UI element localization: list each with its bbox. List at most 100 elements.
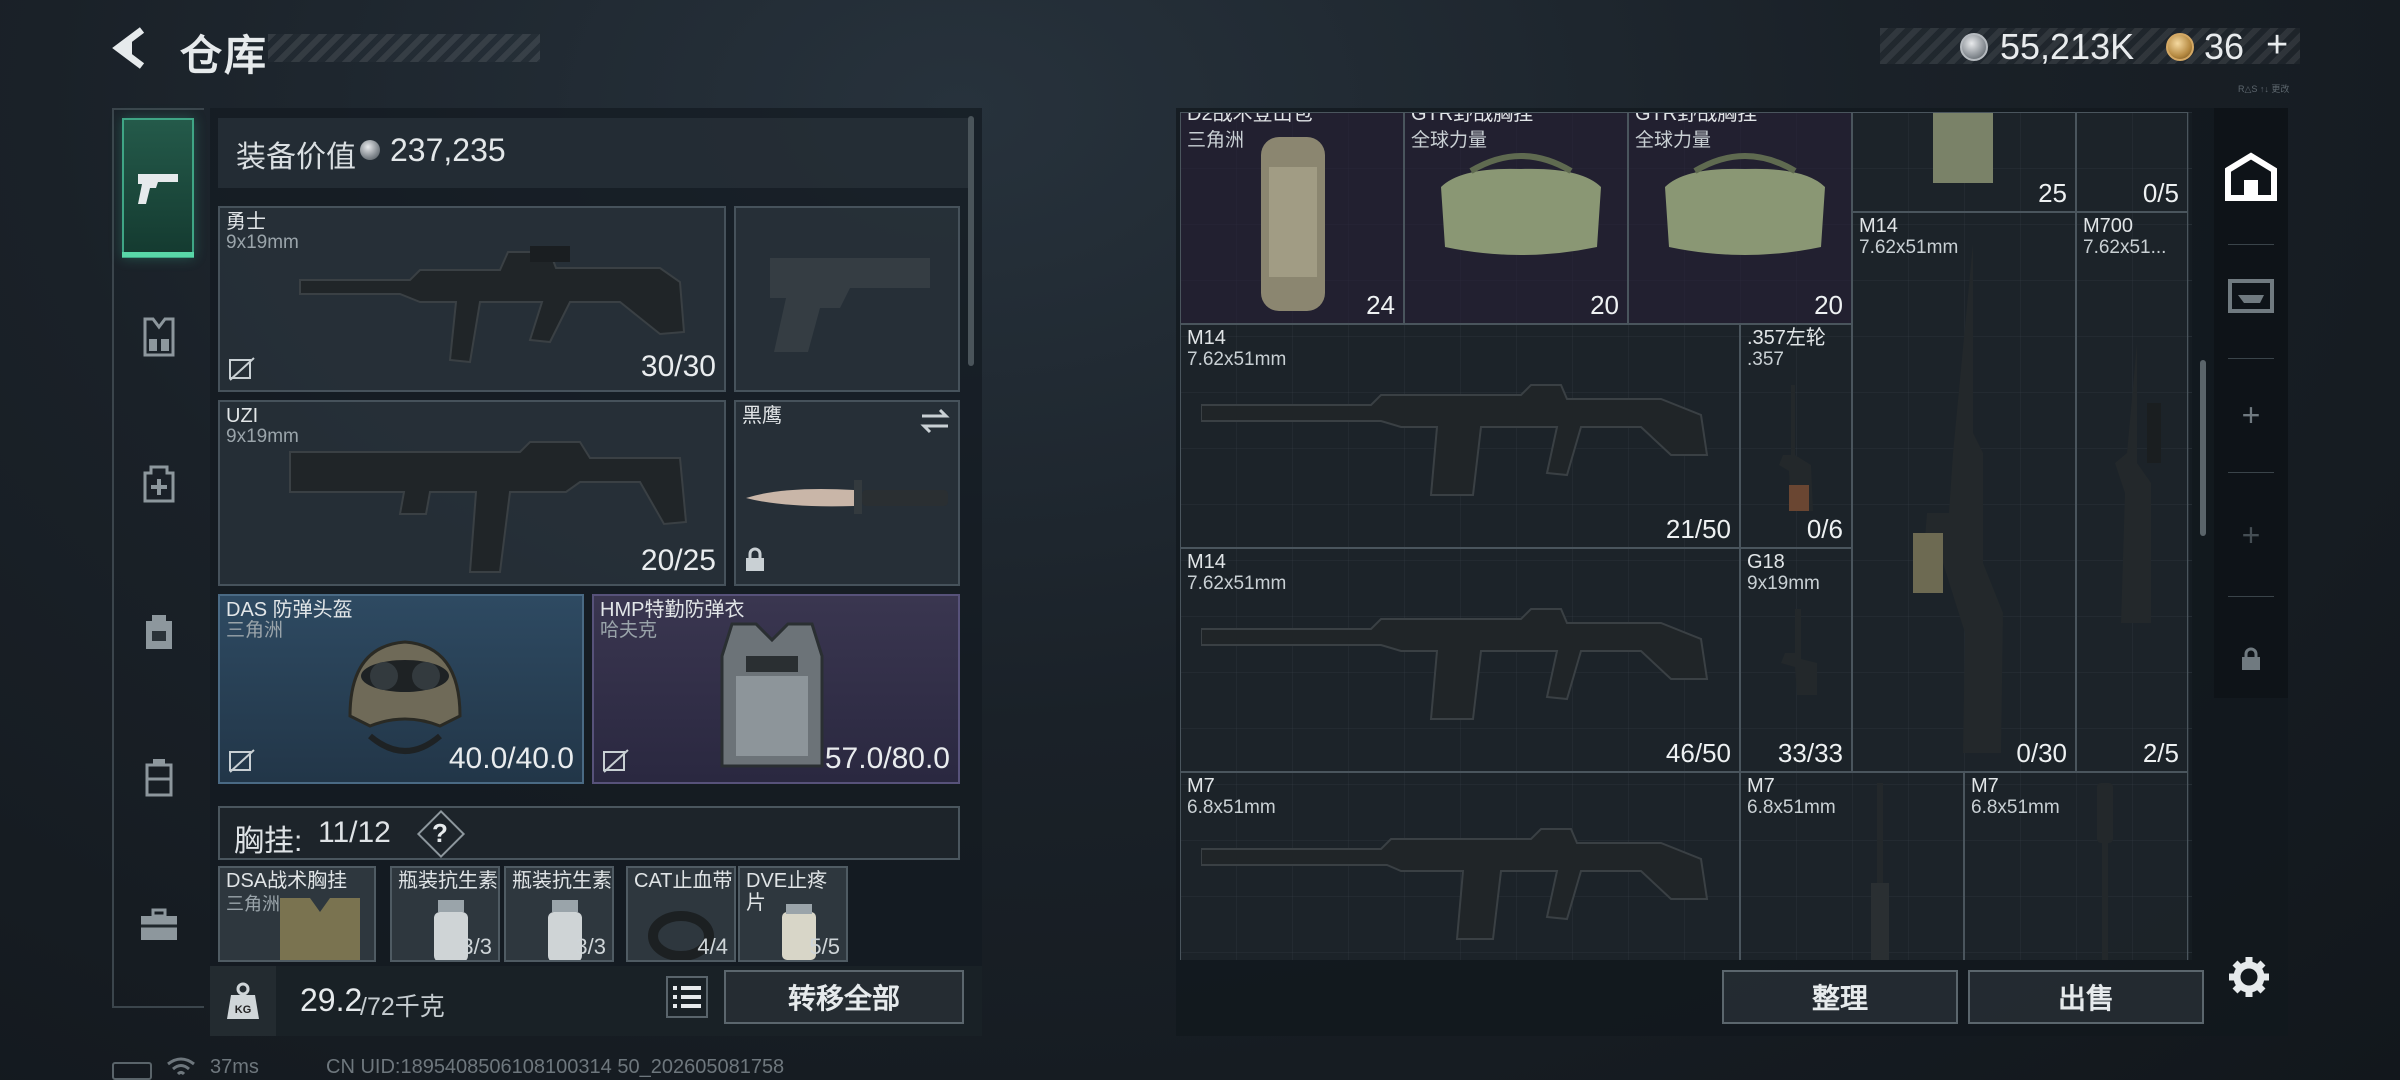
item-name: .357左轮 [1747, 327, 1826, 349]
loadout-scrollbar[interactable] [968, 116, 974, 366]
chest-rig-label: 胸挂: [234, 825, 303, 858]
item-name: M7 [1971, 775, 1999, 797]
rig-item[interactable]: 瓶装抗生素 3/3 [390, 866, 500, 962]
warehouse-item[interactable]: 0/5 [2076, 112, 2188, 212]
rifle-icon [1201, 384, 1709, 496]
nav-item-medical[interactable] [122, 446, 196, 520]
add-warehouse-button[interactable]: + [2214, 370, 2288, 460]
vest-item-icon [1933, 113, 1993, 183]
help-icon[interactable]: ? [432, 818, 448, 849]
item-count: 0/30 [2016, 738, 2067, 768]
item-count: 33/33 [1777, 738, 1843, 768]
list-icon [673, 986, 701, 1008]
warehouse-item[interactable]: .357左轮 .357 0/6 [1740, 324, 1852, 548]
item-brand: 三角洲 [226, 620, 284, 641]
item-count: 20 [1590, 290, 1619, 320]
nav-active-indicator [122, 252, 194, 257]
primary-weapon-slot[interactable]: 勇士 9x19mm 30/30 [218, 206, 726, 392]
add-currency-button[interactable]: + [2266, 24, 2288, 67]
item-name: GTR野战胸挂 [1635, 112, 1758, 125]
rifle-vertical-icon [1913, 243, 2003, 753]
nav-item-backpack[interactable] [122, 594, 196, 668]
rig-item[interactable]: DSA战术胸挂 三角洲 [218, 866, 376, 962]
nav-item-rig[interactable] [122, 300, 196, 374]
item-name: 黑鹰 [742, 405, 782, 427]
warehouse-item[interactable]: M14 7.62x51mm 46/50 [1180, 548, 1740, 772]
warehouse-tab-collection[interactable] [2214, 250, 2288, 340]
warehouse-item[interactable]: GTR野战胸挂 全球力量 20 [1404, 112, 1628, 324]
equipment-value-label: 装备价值 [236, 141, 356, 174]
bag-item-icon [1441, 153, 1601, 255]
item-sub: 6.8x51mm [1971, 797, 2060, 818]
gear-icon [2229, 957, 2269, 997]
add-warehouse-button-disabled[interactable]: + [2214, 490, 2288, 580]
nav-item-toolbox[interactable] [122, 888, 196, 962]
no-insure-icon [228, 748, 256, 774]
melee-slot[interactable]: 黑鹰 [734, 400, 960, 586]
warehouse-item[interactable]: D2战术登山包 三角洲 24 [1180, 112, 1404, 324]
settings-button[interactable] [2224, 952, 2274, 1002]
nav-item-weapons[interactable] [122, 118, 194, 258]
sell-button[interactable]: 出售 [1968, 970, 2204, 1024]
nav-item-container[interactable] [122, 740, 196, 814]
toolbar-divider [2228, 596, 2274, 597]
item-sub: 9x19mm [1747, 573, 1820, 594]
silver-coin-icon [1960, 33, 1988, 61]
warehouse-item[interactable]: 25 [1852, 112, 2076, 212]
item-name: M700 [2083, 215, 2134, 237]
list-view-button[interactable] [666, 976, 708, 1018]
battery-icon [112, 1062, 152, 1080]
item-count: 3/3 [461, 934, 492, 959]
toolbar-divider [2228, 472, 2274, 473]
warehouse-scrollbar[interactable] [2200, 360, 2206, 536]
item-name: UZI [226, 405, 259, 427]
version-text: R△S ↑↓ 更改 [2238, 84, 2290, 94]
item-ammo: 20/25 [640, 544, 716, 577]
item-name: D2战术登山包 [1187, 112, 1313, 125]
rifle-icon [1201, 828, 1709, 940]
no-insure-icon [228, 356, 256, 382]
warehouse-item[interactable]: M700 7.62x51... 2/5 [2076, 212, 2188, 772]
item-name: GTR野战胸挂 [1411, 112, 1534, 125]
medkit-bag-icon [143, 465, 175, 503]
sort-button[interactable]: 整理 [1722, 970, 1958, 1024]
item-name: M14 [1187, 327, 1226, 349]
bag-item-icon [1665, 153, 1825, 255]
equipment-value: 237,235 [390, 132, 506, 168]
warehouse-tab-main[interactable] [2214, 132, 2288, 222]
helmet-slot[interactable]: DAS 防弹头盔 三角洲 40.0/40.0 [218, 594, 584, 784]
wifi-icon [167, 1057, 195, 1076]
back-button[interactable] [108, 24, 156, 72]
pistol-slot[interactable] [734, 206, 960, 392]
chest-rig-item-icon [280, 898, 360, 960]
warehouse-item[interactable]: M7 6.8x51mm [1740, 772, 1964, 960]
warehouse-item[interactable]: M7 6.8x51mm [1180, 772, 1740, 960]
item-name: DAS 防弹头盔 [226, 599, 353, 621]
sniper-vertical-icon [2115, 343, 2161, 623]
swap-icon[interactable] [920, 408, 950, 439]
warehouse-item[interactable]: M14 7.62x51mm 0/30 [1852, 212, 2076, 772]
warehouse-item[interactable]: G18 9x19mm 33/33 [1740, 548, 1852, 772]
lock-icon [2242, 647, 2260, 670]
rig-item[interactable]: DVE止疼片 5/5 [738, 866, 848, 962]
silver-coin-icon [360, 140, 380, 160]
armor-slot[interactable]: HMP特勤防弹衣 哈夫克 57.0/80.0 [592, 594, 960, 784]
warehouse-item[interactable]: M14 7.62x51mm 21/50 [1180, 324, 1740, 548]
toolbar-divider [2228, 244, 2274, 245]
suppressor-icon [2097, 783, 2113, 960]
warehouse-item[interactable]: M7 6.8x51mm [1964, 772, 2188, 960]
item-count: 20 [1814, 290, 1843, 320]
gold-coin-icon [2166, 33, 2194, 61]
rifle-icon [1201, 608, 1709, 720]
rig-item[interactable]: CAT止血带 4/4 [626, 866, 736, 962]
uzi-icon [289, 441, 688, 573]
item-name: M7 [1187, 775, 1215, 797]
pistol-item-icon [1781, 609, 1817, 695]
transfer-all-button[interactable]: 转移全部 [724, 970, 964, 1024]
secondary-weapon-slot[interactable]: UZI 9x19mm 20/25 [218, 400, 726, 586]
warehouse-item[interactable]: GTR野战胸挂 全球力量 20 [1628, 112, 1852, 324]
rig-item[interactable]: 瓶装抗生素 3/3 [504, 866, 614, 962]
locked-warehouse-slot[interactable] [2214, 614, 2288, 704]
backpack-item-icon [1261, 137, 1325, 311]
chest-rig-count: 11/12 [318, 816, 391, 849]
